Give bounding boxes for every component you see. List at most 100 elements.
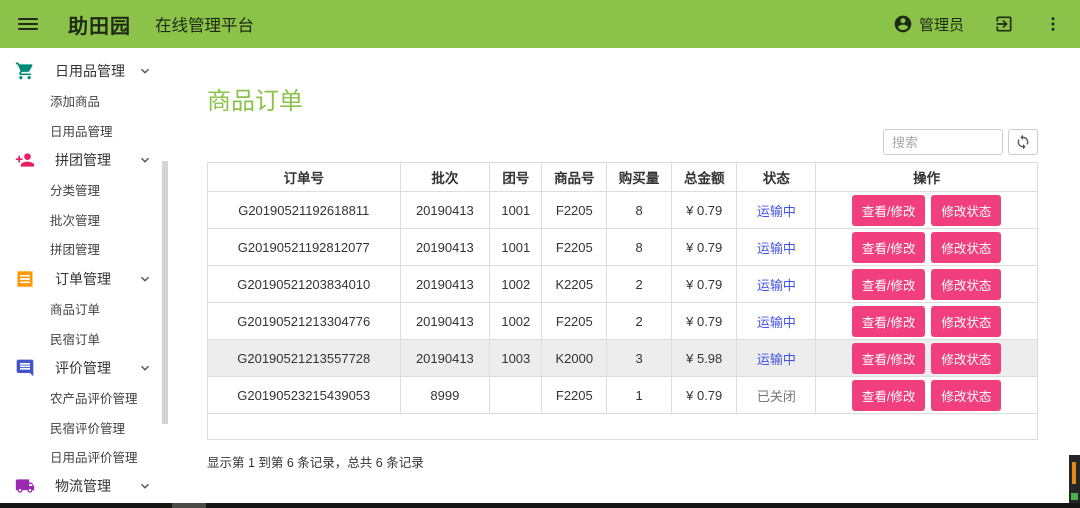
more-vert-icon[interactable] — [1044, 15, 1062, 33]
cart-icon — [15, 61, 35, 81]
main-content: 商品订单 订单号批次团号商品号购买量总金额状态操作 G2019052119261… — [190, 48, 1080, 503]
total-cell: ¥ 5.98 — [670, 339, 738, 377]
qty-cell: 2 — [606, 302, 672, 340]
search-input[interactable] — [883, 129, 1003, 155]
total-cell: ¥ 0.79 — [670, 376, 738, 414]
change-status-button[interactable]: 修改状态 — [931, 342, 1002, 374]
column-header: 团号 — [489, 162, 543, 192]
change-status-button[interactable]: 修改状态 — [931, 231, 1002, 263]
view-edit-button[interactable]: 查看/修改 — [851, 194, 926, 226]
sidebar-subitem-add-product[interactable]: 添加商品 — [0, 86, 190, 116]
bottom-taskbar-strip — [0, 503, 1080, 508]
order-id-cell: G20190521213304776 — [207, 302, 401, 340]
batch-cell: 20190413 — [399, 265, 491, 303]
actions-cell: 查看/修改 修改状态 — [815, 376, 1038, 414]
sync-icon — [1015, 134, 1031, 150]
batch-cell: 20190413 — [399, 191, 491, 229]
group-cell: 1001 — [489, 228, 543, 266]
actions-cell: 查看/修改 修改状态 — [815, 339, 1038, 377]
sidebar-item-logistics-management[interactable]: 物流管理 — [0, 472, 190, 502]
batch-cell: 20190413 — [399, 228, 491, 266]
table-row: G20190521192618811 20190413 1001 F2205 8 ¥ 0.… — [207, 191, 1038, 229]
qty-cell: 1 — [606, 376, 672, 414]
column-header: 购买量 — [606, 162, 672, 192]
group-cell: 1003 — [489, 339, 543, 377]
view-edit-button[interactable]: 查看/修改 — [851, 379, 926, 411]
sidebar-scrollbar[interactable] — [162, 161, 168, 424]
table-row: G20190521213304776 20190413 1002 F2205 2 ¥ 0.… — [207, 302, 1038, 340]
actions-cell: 查看/修改 修改状态 — [815, 302, 1038, 340]
column-header: 批次 — [399, 162, 491, 192]
status-cell: 已关闭 — [736, 376, 817, 414]
view-edit-button[interactable]: 查看/修改 — [851, 342, 926, 374]
order-id-cell: G20190521192812077 — [207, 228, 401, 266]
qty-cell: 8 — [606, 191, 672, 229]
column-header: 总金额 — [670, 162, 738, 192]
actions-cell: 查看/修改 修改状态 — [815, 191, 1038, 229]
order-id-cell: G20190521213557728 — [207, 339, 401, 377]
batch-cell: 20190413 — [399, 302, 491, 340]
order-id-cell: G20190521192618811 — [207, 191, 401, 229]
refresh-button[interactable] — [1008, 129, 1038, 155]
table-row: G20190521203834010 20190413 1002 K2205 2 ¥ 0.… — [207, 265, 1038, 303]
sidebar-item-label: 订单管理 — [55, 270, 111, 287]
chevron-down-icon — [138, 361, 152, 375]
view-edit-button[interactable]: 查看/修改 — [851, 305, 926, 337]
qty-cell: 8 — [606, 228, 672, 266]
sidebar-subitem-daily-goods-manage[interactable]: 日用品管理 — [0, 115, 190, 145]
admin-user-menu[interactable]: 管理员 — [893, 14, 964, 35]
change-status-button[interactable]: 修改状态 — [931, 194, 1002, 226]
admin-user-label: 管理员 — [918, 16, 964, 34]
platform-subtitle: 在线管理平台 — [155, 17, 254, 35]
sidebar-item-daily-goods-management[interactable]: 日用品管理 — [0, 56, 190, 86]
change-status-button[interactable]: 修改状态 — [931, 305, 1002, 337]
total-cell: ¥ 0.79 — [670, 191, 738, 229]
status-cell: 运输中 — [736, 265, 817, 303]
page-title: 商品订单 — [207, 88, 303, 115]
menu-icon[interactable] — [18, 15, 38, 33]
logout-icon[interactable] — [994, 14, 1014, 34]
change-status-button[interactable]: 修改状态 — [931, 268, 1002, 300]
column-header: 操作 — [815, 162, 1038, 192]
product-cell: K2000 — [541, 339, 608, 377]
truck-icon — [15, 476, 35, 496]
order-id-cell: G20190523215439053 — [207, 376, 401, 414]
product-cell: F2205 — [541, 376, 608, 414]
table-row: G20190521192812077 20190413 1001 F2205 8 ¥ 0.… — [207, 228, 1038, 266]
brand-title: 助田园 — [68, 15, 131, 38]
qty-cell: 3 — [606, 339, 672, 377]
chevron-down-icon — [138, 479, 152, 493]
orders-table-header-row: 订单号 批次 团号 商品号 购买量 总金额 状态 操作 — [207, 162, 1038, 192]
table-row: G20190523215439053 8999 F2205 1 ¥ 0.79 已关闭 查看/… — [207, 376, 1038, 414]
account-circle-icon — [893, 14, 913, 34]
table-row: G20190521213557728 20190413 1003 K2000 3 ¥ 5.… — [207, 339, 1038, 377]
view-edit-button[interactable]: 查看/修改 — [851, 231, 926, 263]
sidebar-nav: 日用品管理 添加商品 日用品管理 拼团管理 分类管理 批次管理 拼团管理 订单管理 商品订单 民宿… — [0, 48, 190, 503]
total-cell: ¥ 0.79 — [670, 228, 738, 266]
actions-cell: 查看/修改 修改状态 — [815, 228, 1038, 266]
records-summary: 显示第 1 到第 6 条记录，总共 6 条记录 — [207, 456, 424, 470]
person-add-icon — [15, 150, 35, 170]
product-cell: K2205 — [541, 265, 608, 303]
sidebar-subitem-daily-goods-review[interactable]: 日用品评价管理 — [0, 442, 190, 472]
chevron-down-icon — [138, 272, 152, 286]
sidebar-item-label: 日用品管理 — [55, 62, 125, 79]
total-cell: ¥ 0.79 — [670, 265, 738, 303]
top-header-bar: 助田园 在线管理平台 管理员 — [0, 0, 1080, 48]
sidebar-item-label: 拼团管理 — [55, 151, 111, 168]
corner-widget — [1069, 455, 1080, 503]
column-header: 订单号 — [207, 162, 401, 192]
table-empty-row — [207, 413, 1038, 440]
view-edit-button[interactable]: 查看/修改 — [851, 268, 926, 300]
group-cell: 1002 — [489, 265, 543, 303]
total-cell: ¥ 0.79 — [670, 302, 738, 340]
group-cell: 1001 — [489, 191, 543, 229]
product-cell: F2205 — [541, 228, 608, 266]
change-status-button[interactable]: 修改状态 — [931, 379, 1002, 411]
actions-cell: 查看/修改 修改状态 — [815, 265, 1038, 303]
group-cell — [489, 376, 543, 414]
sidebar-item-label: 评价管理 — [55, 359, 111, 376]
qty-cell: 2 — [606, 265, 672, 303]
status-cell: 运输中 — [736, 302, 817, 340]
column-header: 状态 — [736, 162, 817, 192]
